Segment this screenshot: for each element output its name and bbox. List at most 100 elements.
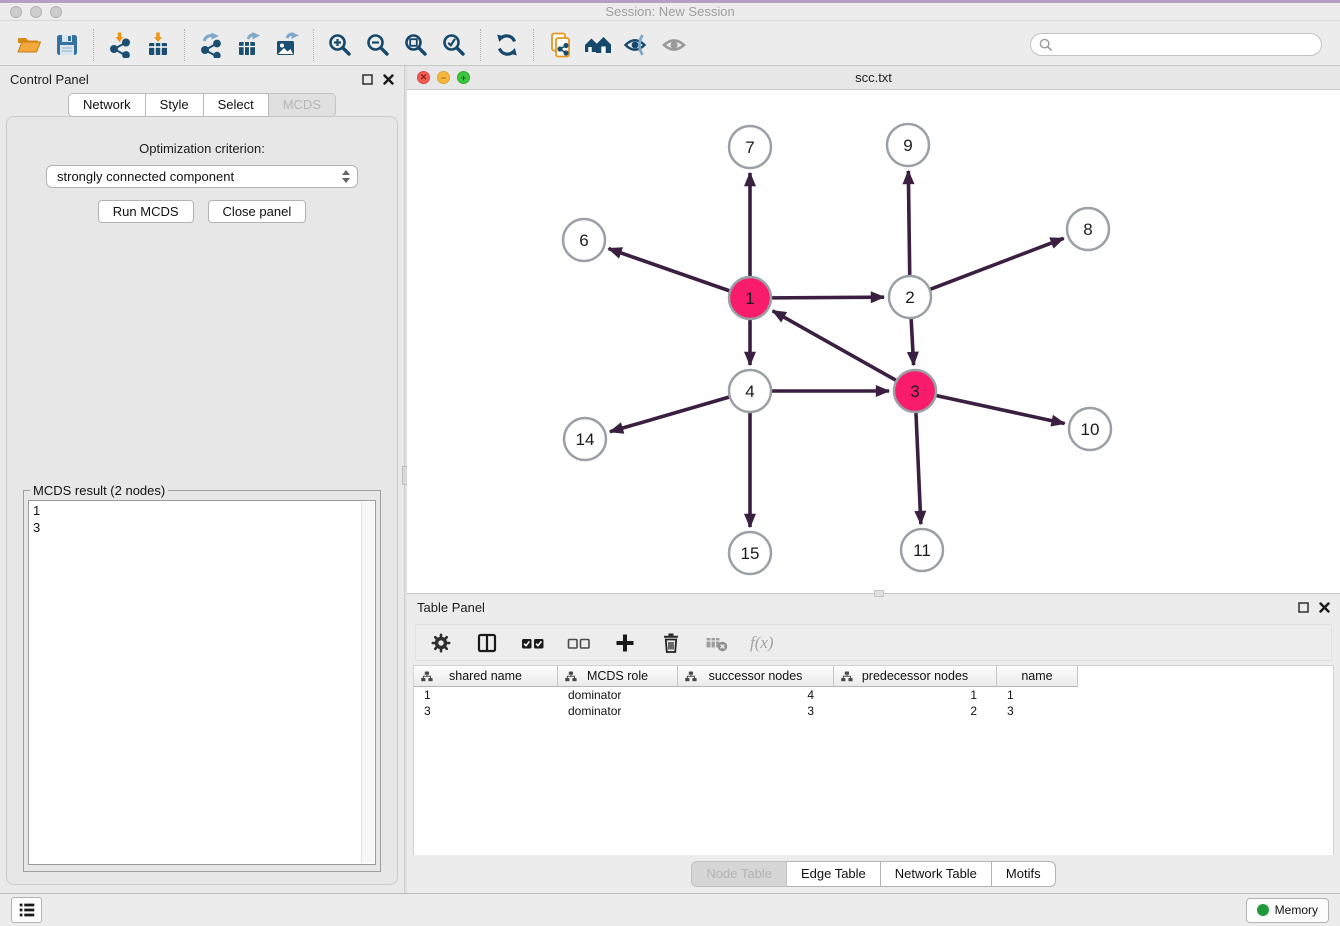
maximize-network-button[interactable]: + bbox=[457, 71, 470, 84]
show-hide-button[interactable] bbox=[655, 28, 693, 62]
delete-column-button[interactable] bbox=[658, 630, 684, 656]
graph-node-1[interactable]: 1 bbox=[729, 277, 771, 319]
graph-node-label: 15 bbox=[741, 544, 760, 563]
open-session-button[interactable] bbox=[10, 28, 48, 62]
graph-edge-3-11[interactable] bbox=[916, 413, 921, 524]
table-row[interactable]: 3dominator323 bbox=[414, 703, 1333, 719]
export-table-button[interactable] bbox=[230, 28, 268, 62]
graph-node-label: 14 bbox=[576, 430, 595, 449]
table-cell: 1 bbox=[834, 687, 997, 703]
clone-network-button[interactable] bbox=[541, 28, 579, 62]
export-network-button[interactable] bbox=[192, 28, 230, 62]
graph-node-15[interactable]: 15 bbox=[729, 532, 771, 574]
float-table-panel-button[interactable] bbox=[1298, 602, 1309, 613]
graph-edge-2-3[interactable] bbox=[911, 319, 913, 365]
graph-node-9[interactable]: 9 bbox=[887, 124, 929, 166]
graph-node-6[interactable]: 6 bbox=[563, 219, 605, 261]
close-panel-button[interactable] bbox=[383, 74, 394, 85]
close-table-panel-button[interactable] bbox=[1319, 602, 1330, 613]
refresh-button[interactable] bbox=[488, 28, 526, 62]
import-table-button[interactable] bbox=[139, 28, 177, 62]
horizontal-splitter-handle[interactable] bbox=[874, 590, 884, 597]
panel-chooser-button[interactable] bbox=[11, 897, 42, 923]
criterion-select-value: strongly connected component bbox=[57, 169, 341, 184]
column-header-successor-nodes[interactable]: successor nodes bbox=[678, 666, 834, 687]
toolbar-separator bbox=[93, 29, 94, 61]
tab-network[interactable]: Network bbox=[68, 93, 146, 117]
zoom-fit-icon bbox=[403, 32, 429, 58]
home-layout-button[interactable] bbox=[579, 28, 617, 62]
graph-node-label: 1 bbox=[745, 289, 754, 308]
zoom-fit-button[interactable] bbox=[397, 28, 435, 62]
graph-node-label: 7 bbox=[745, 138, 754, 157]
save-session-icon bbox=[54, 32, 80, 58]
list-icon bbox=[17, 900, 37, 920]
criterion-select[interactable]: strongly connected component bbox=[46, 165, 358, 188]
tab-edge-table[interactable]: Edge Table bbox=[787, 861, 881, 887]
search-field[interactable] bbox=[1030, 33, 1322, 56]
graph-node-3[interactable]: 3 bbox=[894, 370, 936, 412]
column-header-predecessor-nodes[interactable]: predecessor nodes bbox=[834, 666, 997, 687]
minimize-network-button[interactable]: − bbox=[437, 71, 450, 84]
deselect-all-icon bbox=[567, 632, 591, 654]
graph-edge-4-14[interactable] bbox=[610, 397, 729, 432]
graph-node-7[interactable]: 7 bbox=[729, 126, 771, 168]
mcds-result-text[interactable]: 13 bbox=[28, 500, 376, 865]
window-titlebar: Session: New Session bbox=[0, 0, 1340, 21]
search-icon bbox=[1039, 38, 1053, 52]
column-header-name[interactable]: name bbox=[997, 666, 1078, 687]
import-network-button[interactable] bbox=[101, 28, 139, 62]
import-network-icon bbox=[107, 32, 133, 58]
graph-node-4[interactable]: 4 bbox=[729, 370, 771, 412]
tab-mcds[interactable]: MCDS bbox=[269, 93, 336, 117]
show-hide-icon bbox=[661, 32, 687, 58]
column-header-label: successor nodes bbox=[709, 669, 803, 683]
show-column-button[interactable] bbox=[474, 630, 500, 656]
graph-edge-1-2[interactable] bbox=[772, 297, 884, 298]
search-input[interactable] bbox=[1058, 38, 1313, 52]
deselect-all-button[interactable] bbox=[566, 630, 592, 656]
home-layout-icon bbox=[584, 32, 612, 58]
close-network-button[interactable]: ✕ bbox=[417, 71, 430, 84]
graph-node-8[interactable]: 8 bbox=[1067, 208, 1109, 250]
delete-table-button[interactable] bbox=[704, 630, 730, 656]
graphics-details-button[interactable] bbox=[617, 28, 655, 62]
column-header-shared-name[interactable]: shared name bbox=[414, 666, 558, 687]
main-area: Control Panel NetworkStyleSelectMCDS Opt… bbox=[0, 66, 1340, 893]
graph-edge-2-8[interactable] bbox=[931, 238, 1064, 289]
create-column-button[interactable] bbox=[612, 630, 638, 656]
graph-node-11[interactable]: 11 bbox=[901, 529, 943, 571]
result-line: 1 bbox=[33, 502, 371, 519]
function-builder-button[interactable]: f(x) bbox=[750, 630, 774, 656]
float-panel-button[interactable] bbox=[362, 74, 373, 85]
result-scrollbar[interactable] bbox=[361, 502, 374, 863]
graph-edge-3-1[interactable] bbox=[773, 311, 896, 380]
column-header-label: predecessor nodes bbox=[862, 669, 968, 683]
zoom-out-button[interactable] bbox=[359, 28, 397, 62]
tab-motifs[interactable]: Motifs bbox=[992, 861, 1056, 887]
tab-style[interactable]: Style bbox=[146, 93, 204, 117]
table-row[interactable]: 1dominator411 bbox=[414, 687, 1333, 703]
graphics-details-icon bbox=[623, 32, 649, 58]
column-type-icon bbox=[421, 671, 433, 682]
select-all-button[interactable] bbox=[520, 630, 546, 656]
save-session-button[interactable] bbox=[48, 28, 86, 62]
graph-node-14[interactable]: 14 bbox=[564, 418, 606, 460]
tab-select[interactable]: Select bbox=[204, 93, 269, 117]
column-header-mcds-role[interactable]: MCDS role bbox=[558, 666, 678, 687]
graph-node-10[interactable]: 10 bbox=[1069, 408, 1111, 450]
zoom-selected-button[interactable] bbox=[435, 28, 473, 62]
network-canvas[interactable]: 7 9 6 8 1 2 4 3 14 10 15 11 bbox=[407, 90, 1340, 593]
graph-edge-3-10[interactable] bbox=[936, 396, 1064, 424]
memory-button[interactable]: Memory bbox=[1246, 898, 1329, 923]
export-image-button[interactable] bbox=[268, 28, 306, 62]
zoom-in-button[interactable] bbox=[321, 28, 359, 62]
graph-node-2[interactable]: 2 bbox=[889, 276, 931, 318]
run-mcds-button[interactable]: Run MCDS bbox=[98, 200, 194, 223]
tab-network-table[interactable]: Network Table bbox=[881, 861, 992, 887]
graph-edge-2-9[interactable] bbox=[908, 171, 909, 275]
table-settings-button[interactable] bbox=[428, 630, 454, 656]
close-panel-text-button[interactable]: Close panel bbox=[208, 200, 307, 223]
graph-edge-1-6[interactable] bbox=[609, 249, 730, 291]
tab-node-table[interactable]: Node Table bbox=[691, 861, 787, 887]
